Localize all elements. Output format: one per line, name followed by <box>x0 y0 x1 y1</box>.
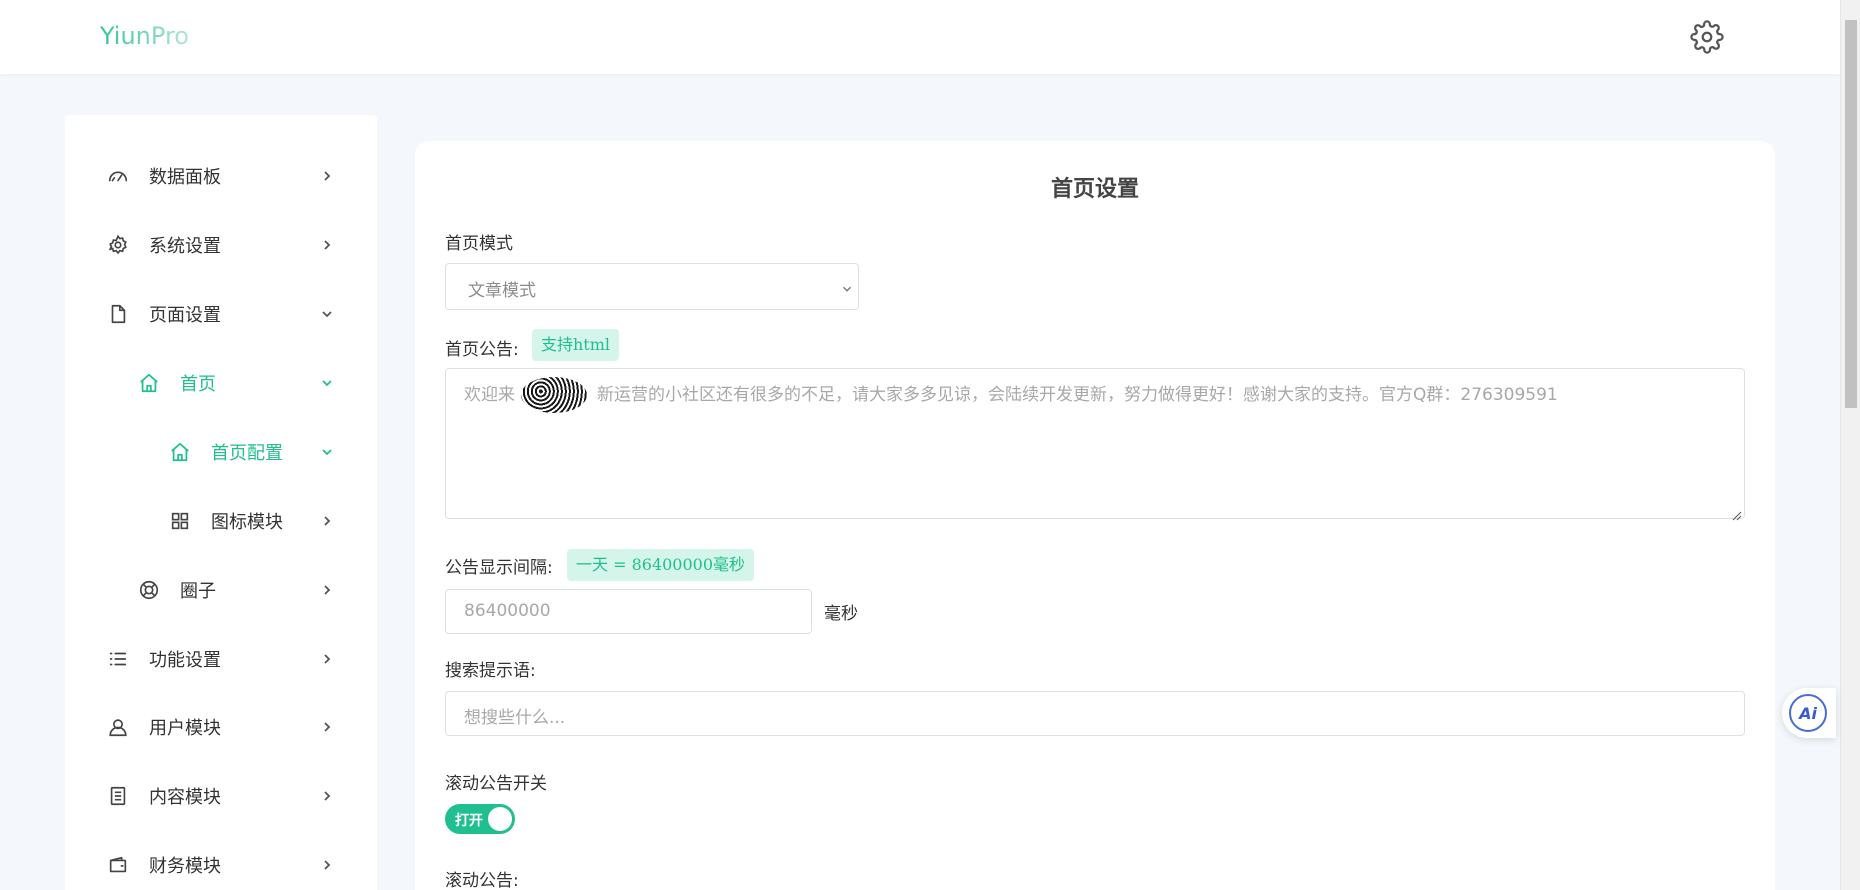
notice-interval-label: 公告显示间隔: <box>445 558 553 578</box>
scroll-notice-label: 滚动公告: <box>445 871 519 890</box>
chevron-down-icon <box>319 375 335 391</box>
chevron-down-icon <box>319 444 335 460</box>
dashboard-gauge-icon <box>107 165 129 187</box>
sidebar-item-content-module[interactable]: 内容模块 <box>65 771 377 821</box>
search-hint-placeholder: 想搜些什么... <box>464 708 566 728</box>
home-mode-value: 文章模式 <box>468 281 536 301</box>
sidebar-item-home[interactable]: 首页 <box>65 358 377 408</box>
redacted-scribble <box>521 377 587 413</box>
lifebuoy-icon <box>138 579 160 601</box>
sidebar-item-icon-module[interactable]: 图标模块 <box>65 496 377 546</box>
sidebar-item-label: 系统设置 <box>149 236 221 257</box>
home-mode-label: 首页模式 <box>445 234 513 254</box>
resize-handle-icon[interactable] <box>1732 506 1742 521</box>
sidebar-item-label: 功能设置 <box>149 650 221 671</box>
sidebar-item-label: 用户模块 <box>149 718 221 739</box>
interval-hint-tag: 一天 = 86400000毫秒 <box>567 549 755 581</box>
notes-icon <box>107 785 129 807</box>
sidebar-item-label: 数据面板 <box>149 167 221 188</box>
scroll-notice-switch-label: 滚动公告开关 <box>445 774 547 794</box>
html-support-tag: 支持html <box>532 329 620 361</box>
search-hint-input[interactable]: 想搜些什么... <box>445 691 1745 736</box>
user-icon <box>107 716 129 738</box>
notice-interval-input[interactable]: 86400000 <box>445 589 812 634</box>
sidebar-item-finance-module[interactable]: 财务模块 <box>65 840 377 890</box>
chevron-right-icon <box>319 857 335 873</box>
sidebar-item-page-settings[interactable]: 页面设置 <box>65 289 377 339</box>
home-notice-textarea[interactable]: 欢迎来 新运营的小社区还有很多的不足，请大家多多见谅，会陆续开发更新，努力做得更好… <box>445 368 1745 521</box>
chevron-right-icon <box>319 719 335 735</box>
interval-placeholder: 86400000 <box>464 601 551 621</box>
chevron-right-icon <box>319 168 335 184</box>
sidebar: 数据面板 系统设置 页面设置 首页 首页配置 图标模块 圈子 功能设置 用户模块… <box>65 115 377 890</box>
gear-icon[interactable] <box>1690 20 1724 54</box>
sidebar-item-circle[interactable]: 圈子 <box>65 565 377 615</box>
chevron-right-icon <box>319 651 335 667</box>
sidebar-item-home-config[interactable]: 首页配置 <box>65 427 377 477</box>
settings-card: 首页设置 首页模式 文章模式 首页公告: 支持html 欢迎来 新运营的小社区还有… <box>415 141 1775 890</box>
toggle-knob <box>488 807 512 831</box>
scrollbar-thumb[interactable] <box>1845 20 1857 408</box>
toggle-state-text: 打开 <box>455 813 483 829</box>
home-icon <box>138 372 160 394</box>
placeholder-part-before: 欢迎来 <box>464 385 515 405</box>
sidebar-item-label: 圈子 <box>180 581 216 602</box>
sidebar-item-feature-settings[interactable]: 功能设置 <box>65 634 377 684</box>
gear-icon <box>107 234 129 256</box>
app-logo[interactable]: YiunPro <box>100 22 189 50</box>
chevron-right-icon <box>319 582 335 598</box>
chevron-down-icon <box>840 281 854 295</box>
page-scrollbar[interactable] <box>1840 0 1860 890</box>
home-notice-label: 首页公告: <box>445 340 519 360</box>
sidebar-item-user-module[interactable]: 用户模块 <box>65 702 377 752</box>
home-icon <box>169 441 191 463</box>
wallet-icon <box>107 854 129 876</box>
sidebar-item-label: 页面设置 <box>149 305 221 326</box>
home-mode-select[interactable]: 文章模式 <box>445 263 859 310</box>
ai-assistant-button[interactable]: Ai <box>1782 688 1836 738</box>
ai-icon: Ai <box>1789 694 1827 732</box>
interval-unit: 毫秒 <box>824 604 858 624</box>
document-icon <box>107 303 129 325</box>
search-hint-label: 搜索提示语: <box>445 661 536 681</box>
sidebar-item-label: 内容模块 <box>149 787 221 808</box>
sidebar-item-label: 图标模块 <box>211 512 283 533</box>
scroll-notice-toggle[interactable]: 打开 <box>445 804 515 834</box>
list-icon <box>107 648 129 670</box>
chevron-right-icon <box>319 513 335 529</box>
sidebar-item-label: 首页配置 <box>211 443 283 464</box>
sidebar-item-label: 财务模块 <box>149 856 221 877</box>
top-bar: YiunPro <box>0 0 1840 74</box>
placeholder-part-after: 新运营的小社区还有很多的不足，请大家多多见谅，会陆续开发更新，努力做得更好！感谢… <box>597 385 1558 405</box>
home-notice-placeholder: 欢迎来 新运营的小社区还有很多的不足，请大家多多见谅，会陆续开发更新，努力做得更好… <box>464 380 1558 405</box>
sidebar-item-dashboard[interactable]: 数据面板 <box>65 151 377 201</box>
sidebar-item-label: 首页 <box>180 374 216 395</box>
chevron-down-icon <box>319 306 335 322</box>
chevron-right-icon <box>319 788 335 804</box>
grid-icon <box>169 510 191 532</box>
chevron-right-icon <box>319 237 335 253</box>
ai-label: Ai <box>1799 703 1817 723</box>
sidebar-item-system-settings[interactable]: 系统设置 <box>65 220 377 270</box>
page-title: 首页设置 <box>1050 176 1139 202</box>
